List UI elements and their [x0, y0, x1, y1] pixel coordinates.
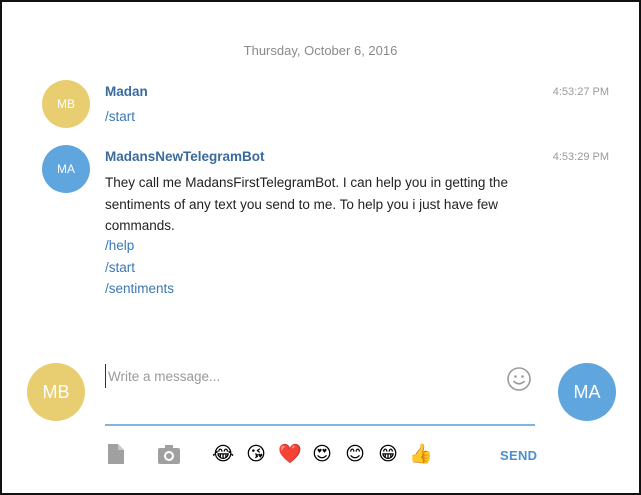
command-link-start[interactable]: /start	[105, 109, 135, 124]
smile-icon[interactable]	[506, 366, 532, 392]
sender-name[interactable]: Madan	[105, 84, 148, 99]
message-input-container	[105, 362, 535, 426]
command-link-start[interactable]: /start	[105, 260, 135, 275]
message-time: 4:53:29 PM	[552, 151, 609, 163]
avatar[interactable]: MA	[42, 145, 90, 193]
send-button[interactable]: SEND	[500, 448, 537, 463]
emoji-kiss-icon[interactable]: 😘	[245, 444, 267, 466]
emoji-heart-eyes-icon[interactable]: 😍	[311, 444, 333, 466]
command-link-sentiments[interactable]: /sentiments	[105, 281, 174, 296]
self-avatar[interactable]: MB	[27, 363, 85, 421]
emoji-smile-icon[interactable]: 😊	[344, 444, 366, 466]
message-text: They call me MadansFirstTelegramBot. I c…	[105, 175, 508, 233]
chat-window: Thursday, October 6, 2016 MB Madan 4:53:…	[0, 0, 641, 495]
avatar[interactable]: MB	[42, 80, 90, 128]
emoji-joy-icon[interactable]: 😂	[212, 444, 234, 466]
file-icon[interactable]	[106, 443, 126, 465]
emoji-heart-icon[interactable]: ❤️	[278, 444, 302, 466]
emoji-thumbs-up-icon[interactable]: 👍	[409, 444, 433, 466]
command-link-help[interactable]: /help	[105, 238, 134, 253]
emoji-grin-icon[interactable]: 😁	[377, 444, 399, 466]
message-input[interactable]	[105, 364, 498, 388]
camera-icon[interactable]	[157, 443, 181, 465]
sender-name[interactable]: MadansNewTelegramBot	[105, 149, 265, 164]
message-time: 4:53:27 PM	[552, 86, 609, 98]
peer-avatar[interactable]: MA	[558, 363, 616, 421]
date-separator: Thursday, October 6, 2016	[243, 43, 398, 58]
